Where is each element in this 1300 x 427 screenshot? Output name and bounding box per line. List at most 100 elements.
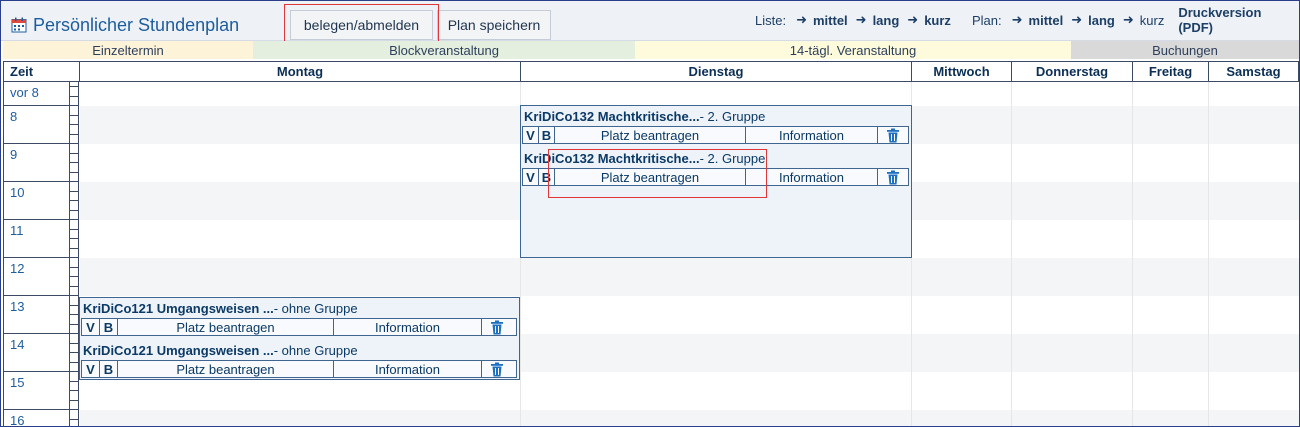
tick-mark: [70, 380, 78, 382]
information-button[interactable]: Information: [746, 127, 878, 143]
information-button[interactable]: Information: [334, 319, 482, 335]
tick-mark: [70, 228, 78, 230]
tick-mark: [70, 152, 78, 154]
tick-mark: [70, 276, 78, 277]
column-header-samstag: Samstag: [1209, 61, 1299, 82]
arrow-right-icon: ➜: [1122, 12, 1134, 27]
time-cell-16: 16: [3, 410, 70, 426]
time-cell-15: 15: [3, 372, 70, 410]
tick-mark: [70, 371, 78, 372]
event-group: - ohne Gruppe: [273, 300, 358, 316]
column-header-dienstag: Dienstag: [521, 61, 912, 82]
tick-mark: [70, 143, 78, 144]
trash-icon[interactable]: [482, 361, 512, 377]
legend-blockveranstaltung: Blockveranstaltung: [253, 41, 635, 59]
plan-speichern-button[interactable]: Plan speichern: [437, 10, 551, 40]
platz-beantragen-button[interactable]: Platz beantragen: [118, 319, 334, 335]
tick-mark: [70, 314, 78, 315]
calendar-icon: [11, 17, 27, 33]
druckversion-link[interactable]: Druckversion (PDF): [1178, 5, 1293, 35]
column-header-mittwoch: Mittwoch: [912, 61, 1012, 82]
page-title: Persönlicher Stundenplan: [11, 14, 239, 36]
column-divider: [1208, 82, 1209, 426]
plan-mittel-link[interactable]: mittel: [1029, 13, 1064, 28]
legend-buchungen: Buchungen: [1071, 41, 1299, 59]
tick-mark: [70, 95, 78, 97]
time-cell-8: 8: [3, 106, 70, 144]
time-cell-9: 9: [3, 144, 70, 182]
information-button[interactable]: Information: [334, 361, 482, 377]
legend-bar: Einzeltermin Blockveranstaltung 14-tägl.…: [3, 41, 1299, 59]
column-divider: [1011, 82, 1012, 426]
tick-mark: [70, 124, 78, 125]
row-band: [80, 258, 1299, 296]
b-button[interactable]: B: [100, 361, 118, 377]
column-header-donnerstag: Donnerstag: [1012, 61, 1133, 82]
tick-mark: [70, 342, 78, 344]
row-band: [80, 410, 1299, 426]
tick-mark: [70, 266, 78, 268]
tick-mark: [70, 418, 78, 420]
tick-mark: [70, 171, 78, 173]
v-button[interactable]: V: [82, 319, 100, 335]
tick-mark: [70, 257, 78, 258]
time-cell-10: 10: [3, 182, 70, 220]
event-title[interactable]: KriDiCo132 Machtkritische...: [524, 151, 700, 166]
column-header-freitag: Freitag: [1133, 61, 1209, 82]
trash-icon[interactable]: [878, 169, 908, 185]
event-action-row: V B Platz beantragen Information: [522, 168, 909, 186]
plan-label: Plan:: [972, 12, 1002, 28]
tick-mark: [70, 390, 78, 391]
event-title-row: KriDiCo132 Machtkritische... - 2. Gruppe: [521, 148, 911, 168]
legend-einzeltermin: Einzeltermin: [3, 41, 253, 59]
belegen-abmelden-button[interactable]: belegen/abmelden: [290, 10, 433, 40]
arrow-right-icon: ➜: [796, 12, 807, 27]
event-title[interactable]: KriDiCo132 Machtkritische...: [524, 109, 700, 124]
plan-lang-link[interactable]: lang: [1088, 13, 1115, 28]
tick-mark: [70, 209, 78, 211]
legend-14taegl: 14-tägl. Veranstaltung: [635, 41, 1071, 59]
tick-mark: [70, 238, 78, 239]
event-title-row: KriDiCo121 Umgangsweisen ... - ohne Grup…: [80, 298, 519, 318]
timetable-grid: Zeit Montag Dienstag Mittwoch Donnerstag…: [3, 61, 1299, 426]
b-button[interactable]: B: [539, 127, 555, 143]
event-title[interactable]: KriDiCo121 Umgangsweisen ...: [83, 301, 274, 316]
liste-kurz-link[interactable]: kurz: [924, 13, 951, 28]
tick-mark: [70, 162, 78, 163]
event-title-row: KriDiCo121 Umgangsweisen ... - ohne Grup…: [80, 340, 519, 360]
arrow-right-icon: ➜: [907, 12, 919, 27]
time-cell-14: 14: [3, 334, 70, 372]
b-button[interactable]: B: [100, 319, 118, 335]
arrow-right-icon: ➜: [855, 12, 867, 27]
tick-mark: [70, 409, 78, 410]
tick-mark: [70, 114, 78, 116]
time-cell-13: 13: [3, 296, 70, 334]
liste-lang-link[interactable]: lang: [873, 13, 900, 28]
event-title[interactable]: KriDiCo121 Umgangsweisen ...: [83, 343, 274, 358]
platz-beantragen-button[interactable]: Platz beantragen: [555, 169, 746, 185]
v-button[interactable]: V: [82, 361, 100, 377]
tick-mark: [70, 190, 78, 192]
tick-mark: [70, 181, 78, 182]
event-action-row: V B Platz beantragen Information: [81, 318, 517, 336]
liste-mittel-link[interactable]: mittel: [813, 13, 848, 28]
platz-beantragen-button[interactable]: Platz beantragen: [118, 361, 334, 377]
tick-mark: [70, 86, 78, 87]
liste-label: Liste:: [755, 12, 787, 28]
v-button[interactable]: V: [523, 169, 539, 185]
event-block-montag: KriDiCo121 Umgangsweisen ... - ohne Grup…: [79, 297, 520, 380]
v-button[interactable]: V: [523, 127, 539, 143]
header-bar: Persönlicher Stundenplan belegen/abmelde…: [1, 1, 1299, 41]
trash-icon[interactable]: [482, 319, 512, 335]
information-button[interactable]: Information: [746, 169, 878, 185]
trash-icon[interactable]: [878, 127, 908, 143]
tick-mark: [70, 219, 78, 220]
b-button[interactable]: B: [539, 169, 555, 185]
tick-mark: [70, 295, 78, 296]
platz-beantragen-button[interactable]: Platz beantragen: [555, 127, 746, 143]
event-action-row: V B Platz beantragen Information: [81, 360, 517, 378]
plan-kurz-link[interactable]: kurz: [1140, 13, 1165, 28]
tick-mark: [70, 304, 78, 306]
tick-mark: [70, 133, 78, 135]
time-cell-12: 12: [3, 258, 70, 296]
